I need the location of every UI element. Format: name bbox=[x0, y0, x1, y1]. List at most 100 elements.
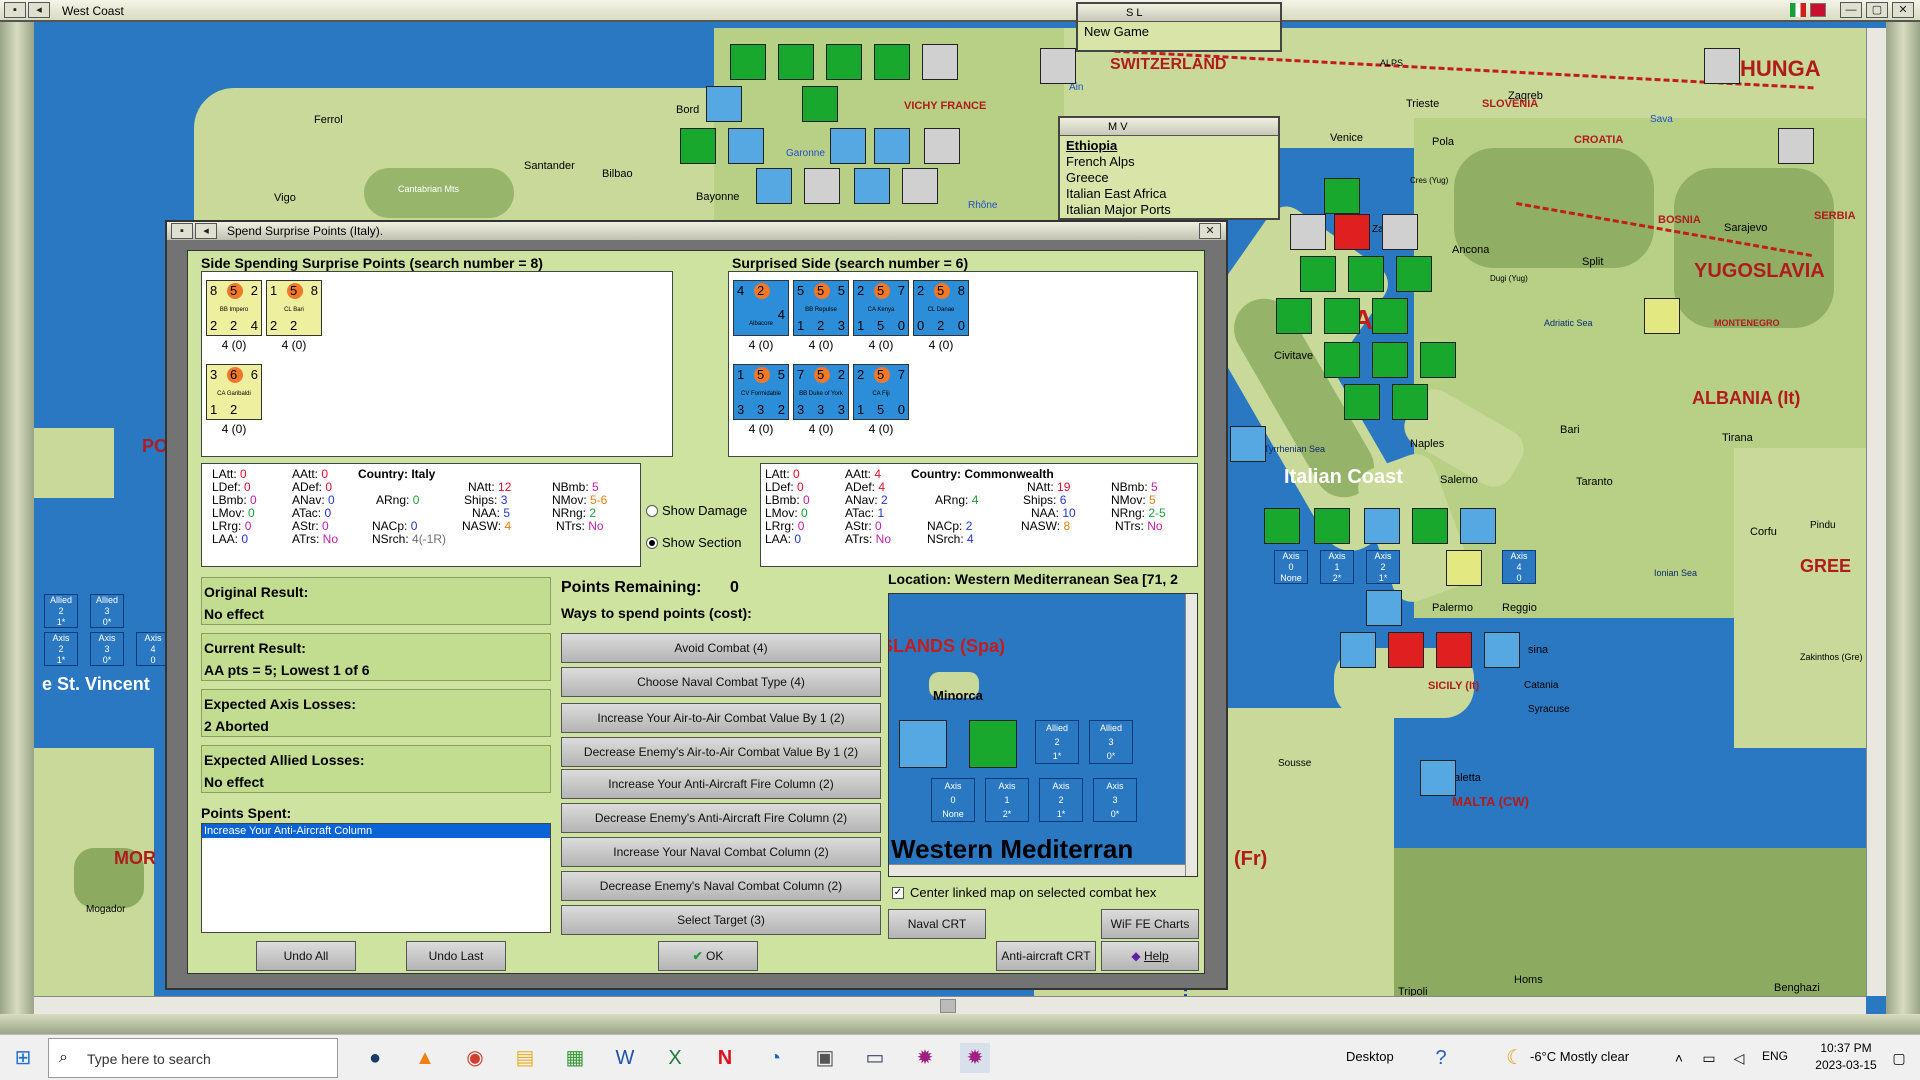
axis-unit-counter[interactable] bbox=[1348, 256, 1384, 292]
axis-ship-counter[interactable] bbox=[1446, 550, 1482, 586]
ok-button[interactable]: ✔ OK bbox=[658, 941, 758, 971]
ship-counter[interactable]: 42 Albacore 4 bbox=[733, 280, 789, 336]
avoid-combat-button[interactable]: Avoid Combat (4) bbox=[561, 633, 881, 663]
help-tray-icon[interactable]: ? bbox=[1426, 1043, 1456, 1073]
map-vertical-scrollbar[interactable] bbox=[1866, 28, 1886, 996]
volume-icon[interactable]: ◁ bbox=[1724, 1043, 1754, 1073]
axis-unit-counter[interactable] bbox=[1436, 632, 1472, 668]
minimize-button[interactable]: — bbox=[1840, 2, 1862, 18]
desktop-label[interactable]: Desktop bbox=[1346, 1049, 1394, 1064]
axis-unit-counter[interactable] bbox=[826, 44, 862, 80]
undo-all-button[interactable]: Undo All bbox=[256, 941, 356, 971]
dialog-restore-icon[interactable]: ◂ bbox=[195, 223, 217, 239]
excel-icon[interactable]: X bbox=[660, 1043, 690, 1073]
map-horizontal-scrollbar[interactable] bbox=[34, 996, 1866, 1014]
axis-unit-counter[interactable] bbox=[874, 44, 910, 80]
axis-unit-counter[interactable] bbox=[1372, 298, 1408, 334]
minimap-allied-unit[interactable] bbox=[899, 720, 947, 768]
wif-fe-charts-button[interactable]: WiF FE Charts bbox=[1101, 909, 1199, 939]
axis-unit-counter[interactable] bbox=[1372, 342, 1408, 378]
increase-aa-column-button[interactable]: Increase Your Anti-Aircraft Fire Column … bbox=[561, 769, 881, 799]
allied-unit-counter[interactable] bbox=[830, 128, 866, 164]
anti-aircraft-crt-button[interactable]: Anti-aircraft CRT bbox=[996, 941, 1096, 971]
axis-unit-counter[interactable] bbox=[1334, 214, 1370, 250]
decrease-enemy-air-to-air-button[interactable]: Decrease Enemy's Air-to-Air Combat Value… bbox=[561, 737, 881, 767]
allied-unit-counter[interactable] bbox=[1230, 426, 1266, 462]
notepad-icon[interactable]: ▦ bbox=[560, 1043, 590, 1073]
dialog-close-button[interactable]: ✕ bbox=[1199, 223, 1221, 239]
neutral-unit-counter[interactable] bbox=[804, 168, 840, 204]
allied-unit-counter[interactable] bbox=[1484, 632, 1520, 668]
axis-unit-counter[interactable] bbox=[802, 86, 838, 122]
ship-counter[interactable]: 158 CL Bari 22 bbox=[266, 280, 322, 336]
undo-last-button[interactable]: Undo Last bbox=[406, 941, 506, 971]
clock-date[interactable]: 2023-03-15 bbox=[1814, 1058, 1878, 1072]
clock-time[interactable]: 10:37 PM bbox=[1814, 1041, 1878, 1055]
decrease-enemy-naval-column-button[interactable]: Decrease Enemy's Naval Combat Column (2) bbox=[561, 871, 881, 901]
help-button[interactable]: ◆ Help bbox=[1101, 941, 1199, 971]
allied-unit-counter[interactable] bbox=[1340, 632, 1376, 668]
windows-start-icon[interactable]: ⊞ bbox=[8, 1043, 38, 1073]
file-explorer-icon[interactable]: ▤ bbox=[510, 1043, 540, 1073]
minimap-hscroll[interactable] bbox=[889, 864, 1185, 876]
allied-unit-counter[interactable] bbox=[706, 86, 742, 122]
steam-icon[interactable]: ● bbox=[360, 1043, 390, 1073]
decrease-enemy-aa-column-button[interactable]: Decrease Enemy's Anti-Aircraft Fire Colu… bbox=[561, 803, 881, 833]
axis-unit-counter[interactable] bbox=[1324, 178, 1360, 214]
allied-unit-counter[interactable] bbox=[728, 128, 764, 164]
increase-naval-column-button[interactable]: Increase Your Naval Combat Column (2) bbox=[561, 837, 881, 867]
ship-counter[interactable]: 852 BB Impero 224 bbox=[206, 280, 262, 336]
notifications-icon[interactable]: ▢ bbox=[1884, 1043, 1914, 1073]
minimap-vscroll[interactable] bbox=[1185, 594, 1197, 876]
weather-text[interactable]: -6°C Mostly clear bbox=[1530, 1049, 1629, 1064]
axis-unit-counter[interactable] bbox=[778, 44, 814, 80]
calculator-icon[interactable]: ▣ bbox=[810, 1043, 840, 1073]
axis-unit-counter[interactable] bbox=[1382, 214, 1418, 250]
axis-unit-counter[interactable] bbox=[1264, 508, 1300, 544]
points-spent-list[interactable]: Increase Your Anti-Aircraft Column bbox=[201, 823, 551, 933]
axis-unit-counter[interactable] bbox=[1314, 508, 1350, 544]
taskbar-search-box[interactable]: ⌕ Type here to search bbox=[48, 1038, 338, 1078]
mv-item[interactable]: Italian East Africa bbox=[1066, 186, 1272, 202]
minimap-axis-unit[interactable] bbox=[969, 720, 1017, 768]
select-target-button[interactable]: Select Target (3) bbox=[561, 905, 881, 935]
allied-unit-counter[interactable] bbox=[1364, 508, 1400, 544]
sl-window-item[interactable]: New Game bbox=[1078, 22, 1280, 42]
neutral-unit-counter[interactable] bbox=[1778, 128, 1814, 164]
neutral-unit-counter[interactable] bbox=[922, 44, 958, 80]
axis-unit-counter[interactable] bbox=[1324, 342, 1360, 378]
axis-unit-counter[interactable] bbox=[1412, 508, 1448, 544]
dialog-menu-icon[interactable]: ▪ bbox=[171, 223, 193, 239]
ship-counter[interactable]: 555 BB Repulse 123 bbox=[793, 280, 849, 336]
points-spent-item[interactable]: Increase Your Anti-Aircraft Column bbox=[202, 824, 550, 838]
axis-unit-counter[interactable] bbox=[680, 128, 716, 164]
axis-unit-counter[interactable] bbox=[1344, 384, 1380, 420]
ship-counter[interactable]: 257 CA Kenya 150 bbox=[853, 280, 909, 336]
axis-unit-counter[interactable] bbox=[1290, 214, 1326, 250]
ship-counter[interactable]: 155 CV Formidable 332 bbox=[733, 364, 789, 420]
network-icon[interactable]: ▭ bbox=[1694, 1043, 1724, 1073]
mv-item[interactable]: Ethiopia bbox=[1066, 138, 1272, 154]
game-active-icon[interactable]: ✹ bbox=[960, 1043, 990, 1073]
restore-icon[interactable]: ◂ bbox=[28, 2, 50, 18]
axis-ship-counter[interactable] bbox=[1644, 298, 1680, 334]
center-linked-checkbox[interactable]: ✓ bbox=[892, 887, 904, 899]
neutral-unit-counter[interactable] bbox=[1704, 48, 1740, 84]
show-section-radio[interactable] bbox=[646, 537, 658, 549]
mv-item[interactable]: French Alps bbox=[1066, 154, 1272, 170]
choose-naval-combat-type-button[interactable]: Choose Naval Combat Type (4) bbox=[561, 667, 881, 697]
axis-unit-counter[interactable] bbox=[1396, 256, 1432, 292]
ship-counter[interactable]: 366 CA Garibaldi 12 bbox=[206, 364, 262, 420]
app-window-icon[interactable]: ▭ bbox=[860, 1043, 890, 1073]
axis-unit-counter[interactable] bbox=[730, 44, 766, 80]
allied-unit-counter[interactable] bbox=[874, 128, 910, 164]
scroll-thumb[interactable] bbox=[940, 999, 956, 1013]
axis-unit-counter[interactable] bbox=[1300, 256, 1336, 292]
show-damage-radio[interactable] bbox=[646, 505, 658, 517]
axis-unit-counter[interactable] bbox=[1324, 298, 1360, 334]
chrome-icon[interactable]: ◉ bbox=[460, 1043, 490, 1073]
chevron-up-icon[interactable]: ˄ bbox=[1664, 1043, 1694, 1073]
word-icon[interactable]: W bbox=[610, 1043, 640, 1073]
mv-item[interactable]: Italian Major Ports bbox=[1066, 202, 1272, 218]
increase-air-to-air-button[interactable]: Increase Your Air-to-Air Combat Value By… bbox=[561, 703, 881, 733]
